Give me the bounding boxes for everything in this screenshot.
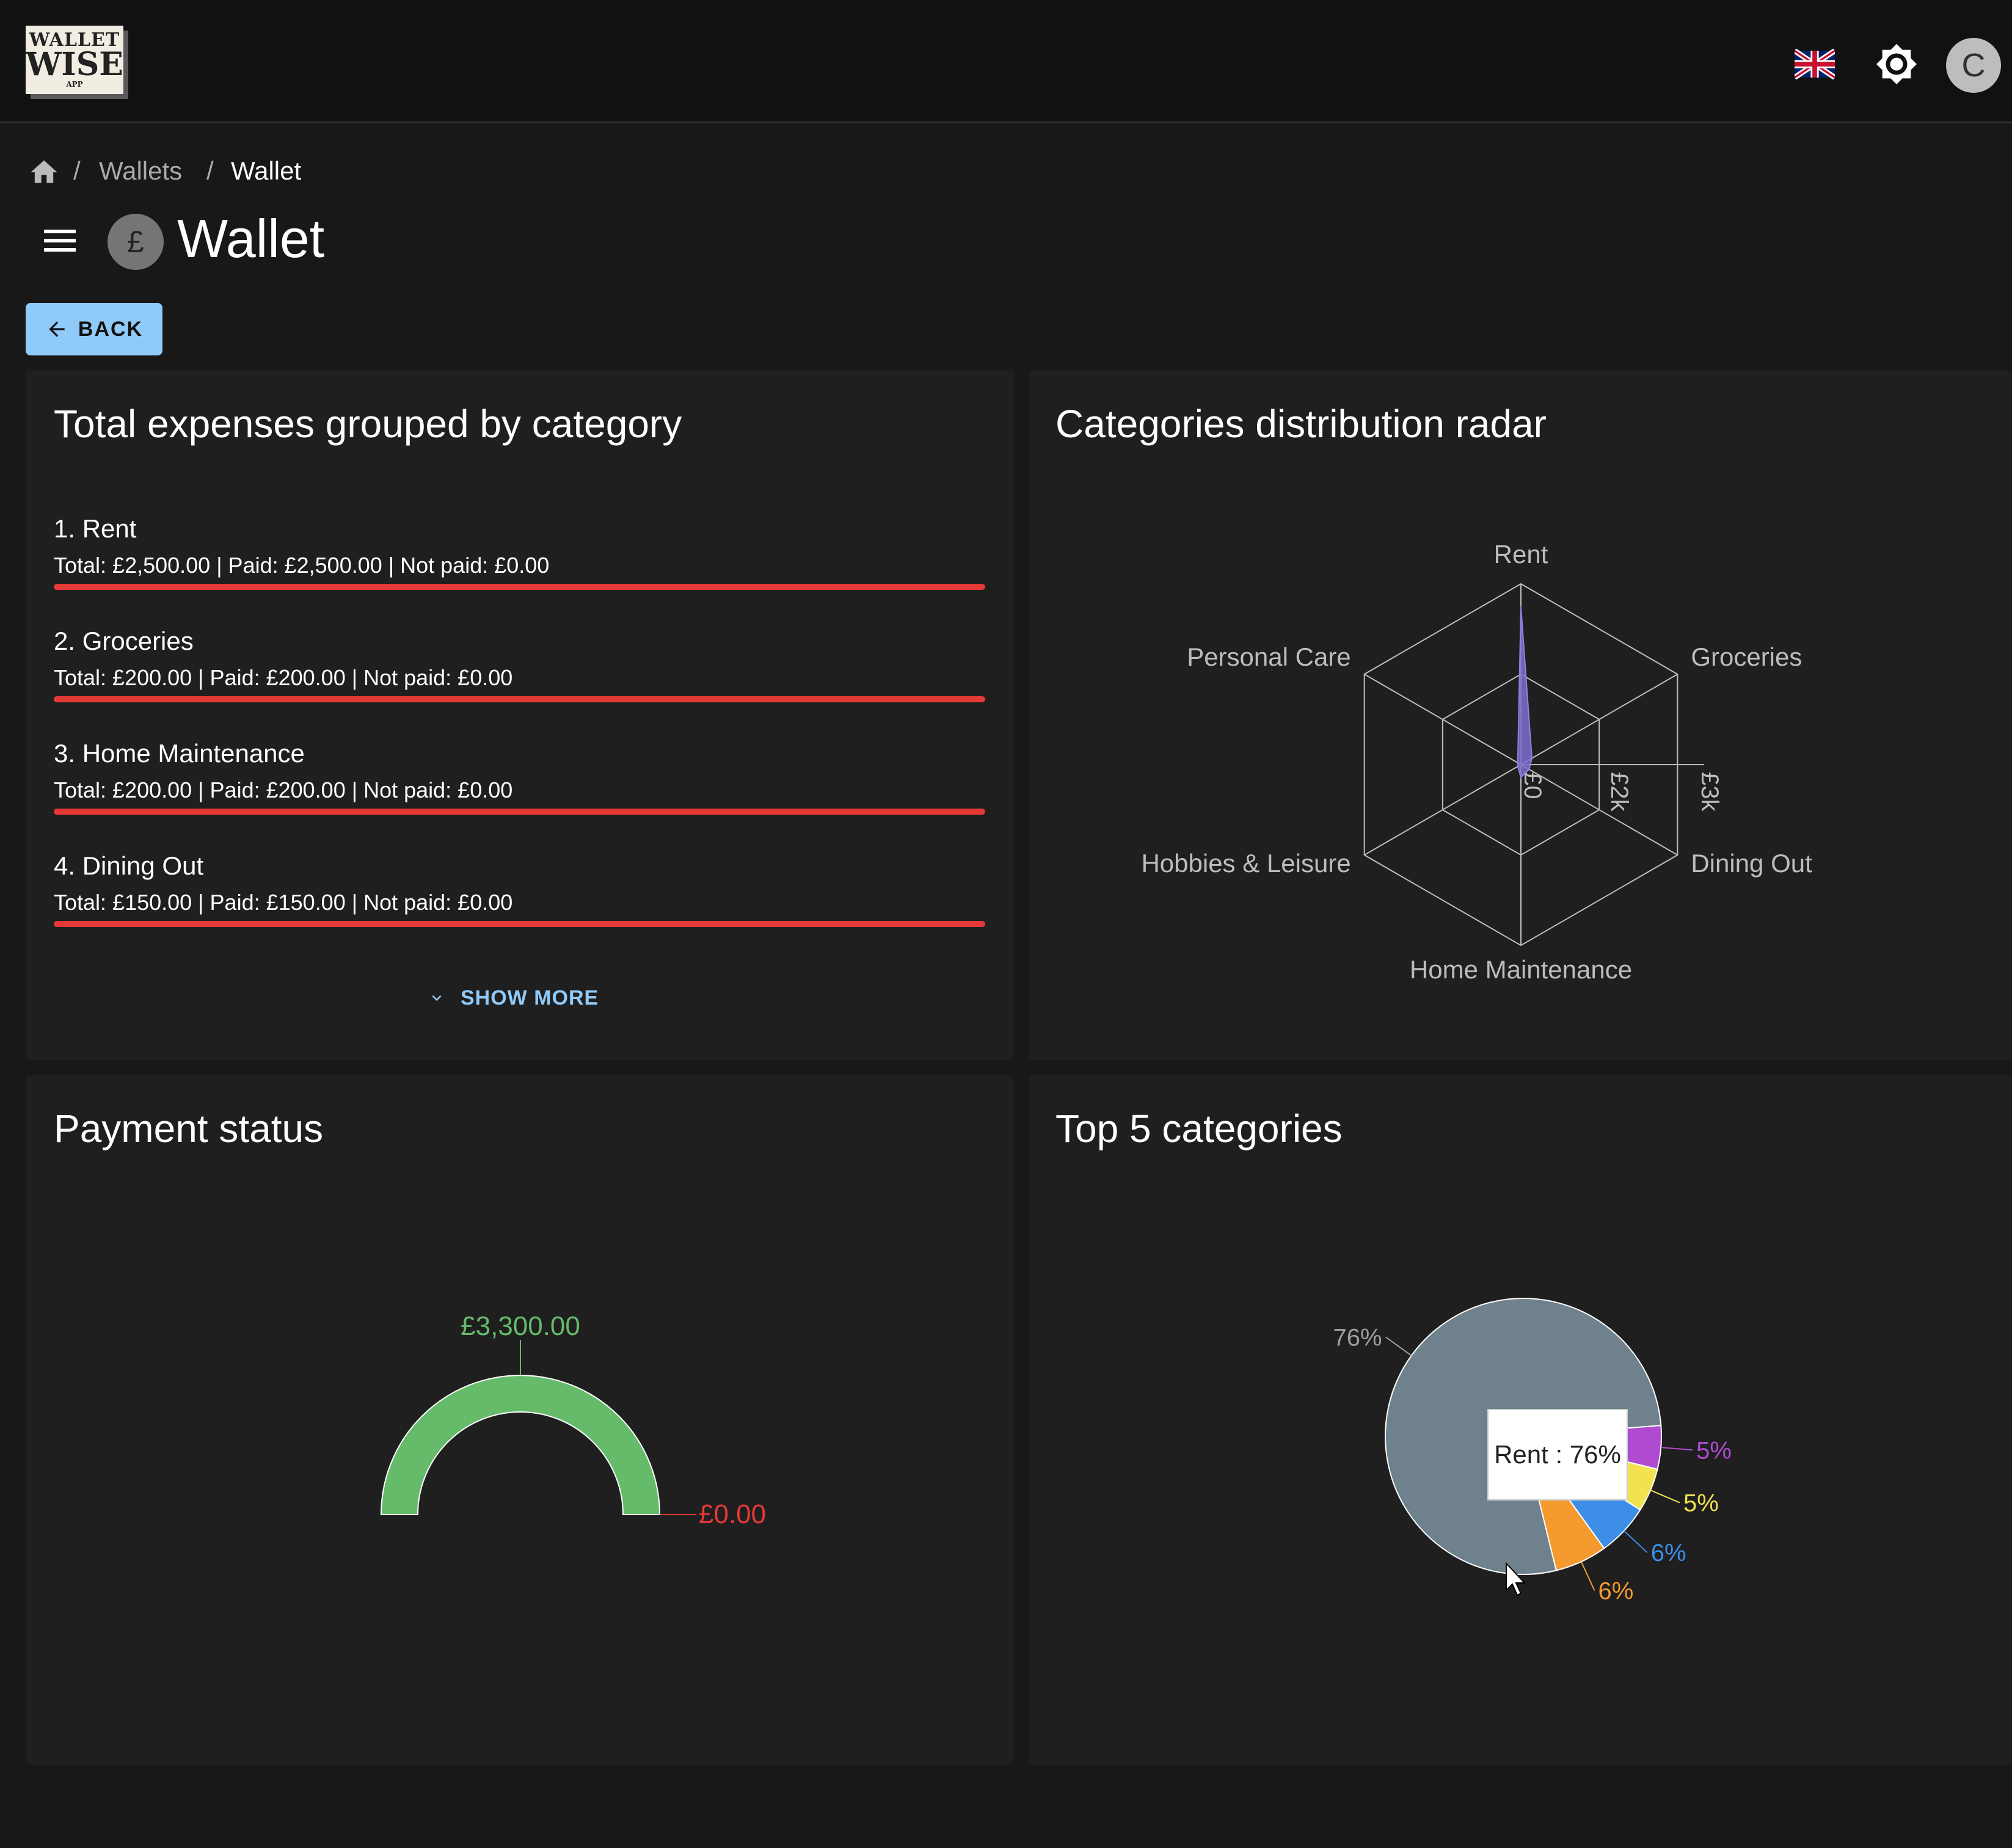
radar-axis-label: Personal Care bbox=[1187, 642, 1350, 671]
category-progress-bar bbox=[54, 696, 985, 702]
page-title: Wallet bbox=[177, 208, 325, 269]
category-progress-bar bbox=[54, 921, 985, 927]
breadcrumb-current: Wallet bbox=[231, 156, 302, 185]
breadcrumb-separator: / bbox=[73, 156, 81, 185]
uk-flag-icon[interactable] bbox=[1793, 48, 1837, 80]
back-button[interactable]: BACK bbox=[26, 303, 162, 355]
pie-tooltip-text: Rent : 76% bbox=[1494, 1440, 1621, 1469]
wallet-wise-logo[interactable]: WALLET WISE APP bbox=[26, 26, 123, 94]
expenses-by-category-card bbox=[26, 370, 1014, 1060]
category-summary: Total: £200.00 | Paid: £200.00 | Not pai… bbox=[54, 777, 513, 802]
chevron-down-icon bbox=[432, 995, 442, 1001]
breadcrumb-wallets[interactable]: Wallets bbox=[99, 154, 182, 188]
radar-data-area bbox=[1517, 606, 1533, 779]
radar-tick-label: £2k bbox=[1606, 772, 1633, 812]
category-summary: Total: £2,500.00 | Paid: £2,500.00 | Not… bbox=[54, 553, 550, 578]
radar-card-title: Categories distribution radar bbox=[1055, 402, 1547, 446]
radar-tick-label: £3k bbox=[1696, 772, 1723, 812]
currency-avatar: £ bbox=[108, 214, 164, 270]
category-progress-bar bbox=[54, 809, 985, 815]
radar-axis-label: Home Maintenance bbox=[1410, 955, 1632, 984]
menu-icon[interactable] bbox=[43, 227, 77, 254]
user-avatar[interactable]: C bbox=[1946, 38, 2001, 93]
pie-percent-label: 5% bbox=[1696, 1437, 1732, 1464]
category-name: 3. Home Maintenance bbox=[54, 739, 305, 768]
top5-pie-chart: 5% 5% 6% 6% 76% Rent : 76% bbox=[1333, 1298, 1732, 1604]
gauge-value-label: £0.00 bbox=[699, 1499, 766, 1529]
radar-axis-label: Groceries bbox=[1691, 642, 1802, 671]
pie-leader-line bbox=[1661, 1447, 1693, 1451]
category-summary: Total: £150.00 | Paid: £150.00 | Not pai… bbox=[54, 890, 513, 915]
radar-tick-label: £0 bbox=[1519, 772, 1546, 799]
breadcrumb-separator: / bbox=[206, 156, 214, 185]
category-name: 4. Dining Out bbox=[54, 851, 204, 880]
pie-leader-line bbox=[1624, 1530, 1648, 1553]
arrow-left-icon bbox=[49, 321, 65, 337]
radar-axis-label: Rent bbox=[1494, 540, 1548, 569]
category-name: 2. Groceries bbox=[54, 627, 194, 655]
expenses-card-title: Total expenses grouped by category bbox=[54, 402, 682, 446]
category-name: 1. Rent bbox=[54, 514, 137, 543]
show-more-button[interactable]: SHOW MORE bbox=[428, 980, 623, 1016]
top-app-bar bbox=[0, 0, 2012, 123]
pie-leader-line bbox=[1580, 1561, 1595, 1591]
pie-percent-label: 76% bbox=[1333, 1324, 1382, 1351]
radar-chart: £0 £2k £3k Rent Groceries Dining Out Home Main… bbox=[1141, 540, 1812, 984]
pie-percent-label: 5% bbox=[1683, 1490, 1719, 1516]
top5-card-title: Top 5 categories bbox=[1055, 1107, 1343, 1151]
gauge-segment bbox=[380, 1375, 661, 1515]
pie-leader-line bbox=[1650, 1490, 1680, 1504]
category-summary: Total: £200.00 | Paid: £200.00 | Not pai… bbox=[54, 665, 513, 690]
brightness-icon[interactable] bbox=[1875, 43, 1918, 85]
payment-card-title: Payment status bbox=[54, 1107, 324, 1151]
gauge-value-label: £3,300.00 bbox=[461, 1311, 580, 1341]
radar-axis-label: Dining Out bbox=[1691, 849, 1812, 878]
pie-percent-label: 6% bbox=[1598, 1577, 1634, 1604]
pie-percent-label: 6% bbox=[1651, 1540, 1686, 1566]
pie-leader-line bbox=[1385, 1336, 1412, 1356]
radar-axis-label: Hobbies & Leisure bbox=[1141, 849, 1350, 878]
category-progress-bar bbox=[54, 584, 985, 590]
payment-status-chart: £3,300.00 £0.00 bbox=[380, 1311, 766, 1529]
home-icon[interactable] bbox=[28, 156, 60, 186]
